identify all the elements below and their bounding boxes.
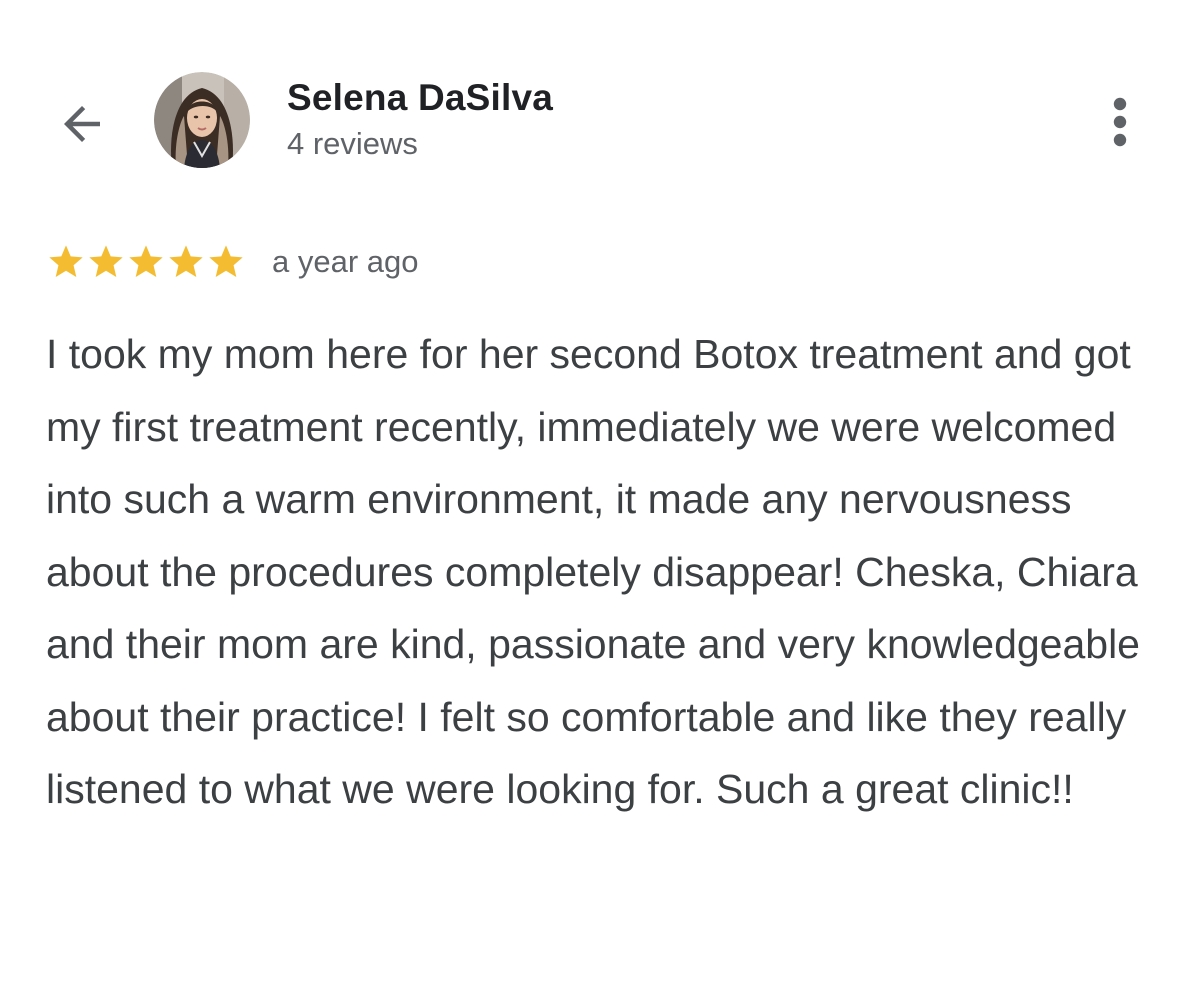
review-meta: a year ago bbox=[46, 236, 419, 288]
arrow-left-icon bbox=[64, 106, 100, 142]
star-icon bbox=[49, 245, 83, 277]
star-rating bbox=[46, 242, 246, 282]
back-button[interactable] bbox=[50, 92, 114, 156]
reviewer-name[interactable]: Selena DaSilva bbox=[287, 76, 553, 120]
review-time: a year ago bbox=[272, 244, 419, 279]
star-icon bbox=[129, 245, 163, 277]
reviewer-header: Selena DaSilva 4 reviews bbox=[287, 76, 553, 164]
more-vert-icon bbox=[1113, 97, 1127, 147]
avatar[interactable] bbox=[154, 72, 250, 168]
review-text: I took my mom here for her second Botox … bbox=[46, 331, 1140, 812]
profile-photo bbox=[154, 72, 250, 168]
star-icon bbox=[89, 245, 123, 277]
star-icon bbox=[209, 245, 243, 277]
star-icon bbox=[169, 245, 203, 277]
more-options-button[interactable] bbox=[1100, 90, 1140, 154]
review-count[interactable]: 4 reviews bbox=[287, 124, 553, 164]
